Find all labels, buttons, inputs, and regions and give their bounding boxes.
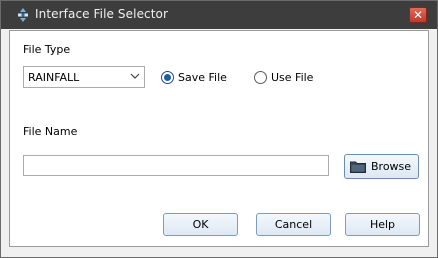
- window-title: Interface File Selector: [35, 7, 169, 21]
- ok-button[interactable]: OK: [163, 213, 238, 236]
- use-file-label: Use File: [271, 71, 314, 84]
- file-name-label: File Name: [23, 125, 78, 138]
- save-file-label: Save File: [178, 71, 227, 84]
- file-type-dropdown[interactable]: RAINFALL: [23, 66, 145, 88]
- save-file-radio-button[interactable]: [161, 71, 174, 84]
- file-type-value: RAINFALL: [28, 71, 80, 84]
- file-type-label: File Type: [23, 43, 71, 56]
- file-name-input[interactable]: [23, 155, 329, 176]
- close-button[interactable]: ✕: [409, 7, 427, 23]
- title-bar[interactable]: Interface File Selector ✕: [1, 1, 437, 29]
- chevron-down-icon: [130, 73, 140, 79]
- app-icon: [18, 8, 28, 22]
- folder-icon: [350, 161, 366, 173]
- save-file-radio[interactable]: Save File: [161, 71, 231, 87]
- cancel-button[interactable]: Cancel: [256, 213, 331, 236]
- use-file-radio-button[interactable]: [254, 71, 267, 84]
- browse-button[interactable]: Browse: [344, 154, 419, 179]
- help-button[interactable]: Help: [345, 213, 420, 236]
- dialog-window: Interface File Selector ✕ File Type RAIN…: [0, 0, 438, 258]
- use-file-radio[interactable]: Use File: [254, 71, 324, 87]
- close-icon: ✕: [412, 8, 424, 22]
- browse-label: Browse: [371, 160, 412, 173]
